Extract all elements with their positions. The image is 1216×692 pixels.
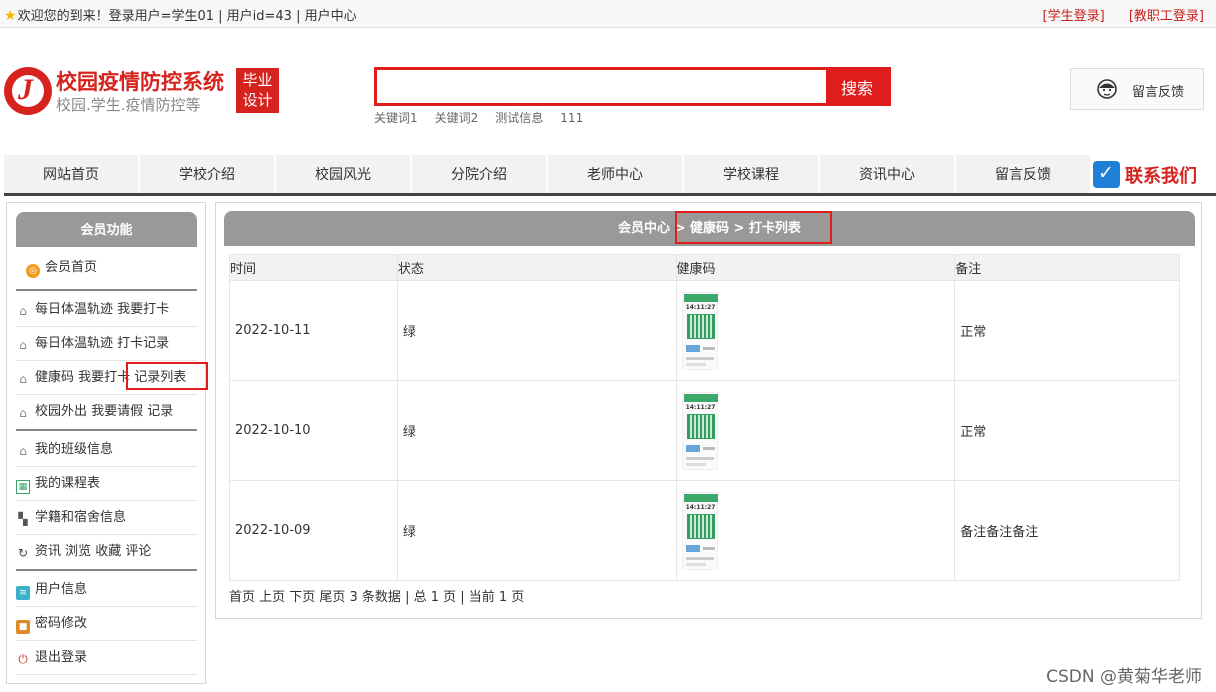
contact-us-link[interactable]: 联系我们	[1093, 160, 1213, 190]
nav-divider	[4, 193, 1216, 196]
column-header-time: 时间	[229, 254, 398, 281]
check-icon	[1093, 161, 1120, 188]
member-sidebar: 会员功能 ◎ 会员首页 ⌂ 每日体温轨迹 我要打卡 ⌂ 每日体温轨迹 打卡记录 ⌂ 健康…	[6, 202, 206, 684]
cell-date: 2022-10-09	[229, 480, 398, 581]
nav-item-home[interactable]: 网站首页	[4, 155, 139, 193]
cell-health-code: 14:11:27	[675, 480, 956, 581]
nav-item-campus[interactable]: 校园风光	[276, 155, 411, 193]
power-icon: ⏻	[18, 652, 28, 666]
login-links: [学生登录] [教职工登录]	[1023, 5, 1204, 24]
home-icon: ⌂	[19, 444, 27, 458]
star-icon: ★	[4, 8, 17, 24]
sidebar-item-class-info[interactable]: ⌂ 我的班级信息	[16, 433, 197, 467]
keyword-link[interactable]: 关键词1	[374, 111, 418, 125]
highlight-record-list	[126, 362, 208, 390]
home-icon: ⌂	[19, 338, 27, 352]
sidebar-item-member-home[interactable]: ◎ 会员首页	[16, 251, 197, 285]
table-row: 2022-10-10 绿 14:11:27 正常	[229, 380, 1180, 481]
site-logo[interactable]: J 校园疫情防控系统 校园.学生.疫情防控等 毕业 设计	[4, 64, 294, 120]
cell-note: 正常	[954, 280, 1180, 381]
hot-keywords: 关键词1 关键词2 测试信息 111	[374, 109, 600, 126]
home-icon: ⌂	[19, 372, 27, 386]
sidebar-item-timetable[interactable]: ▦ 我的课程表	[16, 467, 197, 501]
cell-date: 2022-10-10	[229, 380, 398, 481]
main-content: 会员中心 > 健康码 > 打卡列表 时间 状态 健康码 备注 2022-10-1…	[215, 202, 1202, 619]
home-icon: ⌂	[19, 304, 27, 318]
cell-health-code: 14:11:27	[675, 280, 956, 381]
sidebar-item-user-info[interactable]: ≡ 用户信息	[16, 573, 197, 607]
sidebar-item-password[interactable]: ■ 密码修改	[16, 607, 197, 641]
column-header-health-code: 健康码	[675, 254, 956, 281]
logo-badge: 毕业 设计	[236, 68, 279, 113]
logo-title: 校园疫情防控系统	[56, 70, 224, 94]
table-icon: ▦	[16, 480, 30, 494]
contact-us-label: 联系我们	[1125, 166, 1197, 187]
nav-item-courses[interactable]: 学校课程	[684, 155, 819, 193]
student-login-link[interactable]: [学生登录]	[1043, 9, 1105, 24]
cell-status: 绿	[396, 280, 677, 381]
sidebar-item-logout[interactable]: ⏻ 退出登录	[16, 641, 197, 675]
health-code-image[interactable]: 14:11:27	[681, 391, 718, 470]
sidebar-title: 会员功能	[16, 212, 197, 247]
coin-icon: ◎	[26, 264, 40, 278]
sidebar-item-leave[interactable]: ⌂ 校园外出 我要请假 记录	[16, 395, 197, 429]
health-code-image[interactable]: 14:11:27	[681, 291, 718, 370]
health-code-table: 时间 状态 健康码 备注 2022-10-11 绿 14:11:27 正常 20…	[229, 254, 1180, 581]
cell-health-code: 14:11:27	[675, 380, 956, 481]
cell-status: 绿	[396, 380, 677, 481]
table-header-row: 时间 状态 健康码 备注	[229, 254, 1180, 281]
keyword-link[interactable]: 111	[560, 111, 583, 125]
nav-item-news[interactable]: 资讯中心	[820, 155, 955, 193]
nav-item-teachers[interactable]: 老师中心	[548, 155, 683, 193]
sidebar-item-temp-checkin[interactable]: ⌂ 每日体温轨迹 我要打卡	[16, 293, 197, 327]
breadcrumb: 会员中心 > 健康码 > 打卡列表	[224, 211, 1195, 246]
grid-icon: ▚	[18, 512, 28, 526]
feedback-button[interactable]: 留言反馈	[1070, 68, 1204, 110]
staff-login-link[interactable]: [教职工登录]	[1129, 9, 1204, 24]
breadcrumb-highlight	[675, 211, 832, 244]
search-input[interactable]	[377, 70, 830, 103]
sidebar-item-student-status[interactable]: ▚ 学籍和宿舍信息	[16, 501, 197, 535]
home-icon: ⌂	[19, 406, 27, 420]
sidebar-divider	[16, 289, 197, 291]
column-header-note: 备注	[954, 254, 1180, 281]
search-button[interactable]: 搜索	[826, 70, 888, 103]
keyword-link[interactable]: 关键词2	[435, 111, 479, 125]
nav-item-feedback[interactable]: 留言反馈	[956, 155, 1091, 193]
logo-icon: J	[4, 67, 52, 115]
sidebar-divider	[16, 429, 197, 431]
history-icon: ↻	[17, 546, 29, 560]
customer-service-icon	[1097, 79, 1117, 99]
sidebar-divider	[16, 569, 197, 571]
pagination[interactable]: 首页 上页 下页 尾页 3 条数据 | 总 1 页 | 当前 1 页	[229, 586, 524, 605]
welcome-text: ★欢迎您的到来！登录用户=学生01 | 用户id=43 | 用户中心	[4, 8, 357, 24]
search-box: 搜索	[374, 67, 891, 106]
cell-note: 正常	[954, 380, 1180, 481]
cell-note: 备注备注备注	[954, 480, 1180, 581]
table-row: 2022-10-09 绿 14:11:27 备注备注备注	[229, 480, 1180, 581]
clipboard-icon: ≡	[16, 586, 30, 600]
logo-subtitle: 校园.学生.疫情防控等	[56, 96, 201, 114]
top-bar: ★欢迎您的到来！登录用户=学生01 | 用户id=43 | 用户中心 [学生登录…	[0, 0, 1216, 28]
health-code-image[interactable]: 14:11:27	[681, 491, 718, 570]
sidebar-item-news-activity[interactable]: ↻ 资讯 浏览 收藏 评论	[16, 535, 197, 569]
watermark: CSDN @黄菊华老师	[1046, 667, 1202, 687]
main-nav: 网站首页 学校介绍 校园风光 分院介绍 老师中心 学校课程 资讯中心 留言反馈	[4, 155, 1216, 196]
keyword-link[interactable]: 测试信息	[495, 111, 543, 125]
column-header-status: 状态	[396, 254, 677, 281]
cell-status: 绿	[396, 480, 677, 581]
nav-item-branch[interactable]: 分院介绍	[412, 155, 547, 193]
sidebar-item-temp-records[interactable]: ⌂ 每日体温轨迹 打卡记录	[16, 327, 197, 361]
feedback-label: 留言反馈	[1132, 85, 1185, 100]
lock-icon: ■	[16, 620, 30, 634]
cell-date: 2022-10-11	[229, 280, 398, 381]
table-row: 2022-10-11 绿 14:11:27 正常	[229, 280, 1180, 381]
nav-item-school-intro[interactable]: 学校介绍	[140, 155, 275, 193]
